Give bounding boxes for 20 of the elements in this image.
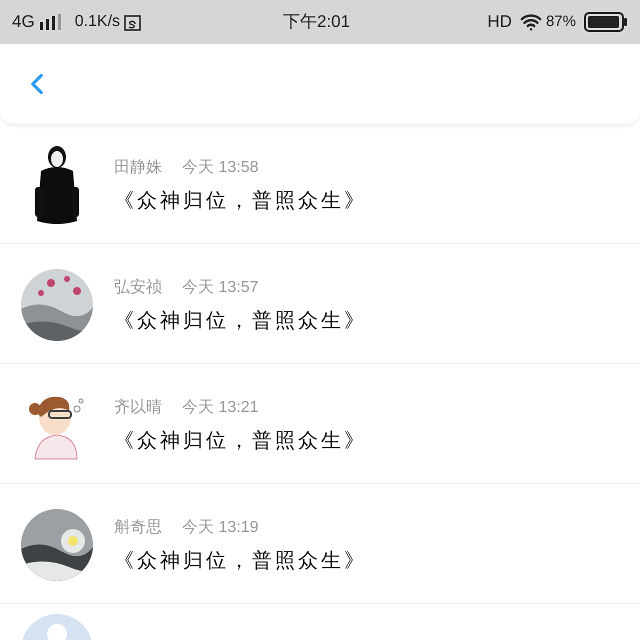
hd-label: HD xyxy=(487,11,512,34)
message-text: 《众神归位，普照众生》 xyxy=(114,429,367,454)
message-text: 《众神归位，普照众生》 xyxy=(114,309,367,334)
network-speed: 0.1K/s xyxy=(74,12,120,32)
battery-icon xyxy=(584,12,628,32)
storage-icon xyxy=(124,13,142,31)
message-text: 《众神归位，普照众生》 xyxy=(114,189,367,214)
signal-icon xyxy=(38,14,63,30)
sender-name: 斛奇思 xyxy=(114,518,162,538)
message-time: 今天 13:58 xyxy=(182,158,258,178)
sender-name: 弘安祯 xyxy=(114,278,162,298)
battery-percent: 87% xyxy=(546,12,576,32)
message-time: 今天 13:19 xyxy=(182,518,258,538)
message-text: 《众神归位，普照众生》 xyxy=(114,549,367,574)
sender-name: 田静姝 xyxy=(114,158,162,178)
sender-name: 齐以晴 xyxy=(114,398,162,418)
message-time: 今天 13:21 xyxy=(182,398,258,418)
clock: 下午2:01 xyxy=(283,11,350,34)
message-time: 今天 13:57 xyxy=(182,278,258,298)
network-label: 4G xyxy=(12,11,35,34)
